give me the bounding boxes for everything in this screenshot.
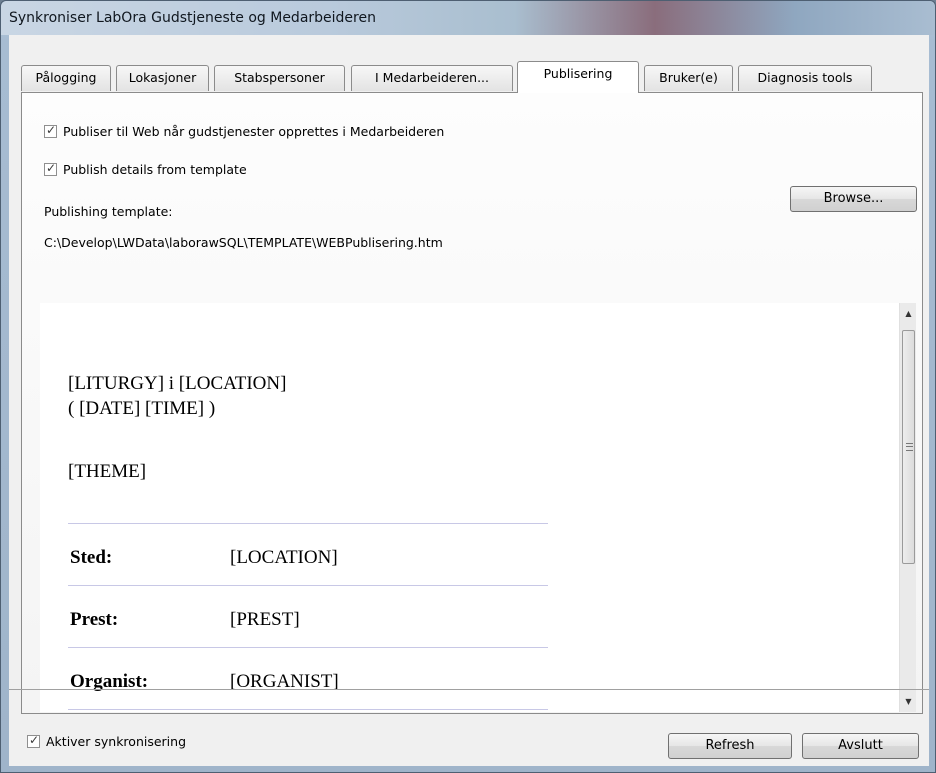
- tab-publisering[interactable]: Publisering: [517, 61, 639, 93]
- preview-heading-liturgy: [LITURGY] i [LOCATION]: [68, 373, 287, 394]
- checkbox-checked-icon[interactable]: [44, 161, 57, 176]
- publish-details-label: Publish details from template: [63, 162, 247, 177]
- publish-web-checkbox[interactable]: Publiser til Web når gudstjenester oppre…: [44, 123, 445, 139]
- tab-lokasjoner[interactable]: Lokasjoner: [116, 65, 209, 91]
- tab-stabspersoner[interactable]: Stabspersoner: [214, 65, 345, 91]
- table-row: Prest: [PREST]: [68, 585, 548, 647]
- scroll-up-arrow-icon[interactable]: ▲: [900, 305, 916, 322]
- browse-button[interactable]: Browse...: [790, 186, 917, 212]
- publisering-tab-page: Publiser til Web når gudstjenester oppre…: [21, 92, 923, 714]
- tab-i-medarbeideren[interactable]: I Medarbeideren...: [351, 65, 513, 91]
- row-value: [LOCATION]: [230, 547, 338, 568]
- window-title: Synkroniser LabOra Gudstjeneste og Medar…: [9, 10, 376, 26]
- sync-window: Synkroniser LabOra Gudstjeneste og Medar…: [0, 0, 936, 773]
- template-path: C:\Develop\LWData\laborawSQL\TEMPLATE\WE…: [44, 235, 443, 250]
- preview-details-table: Sted: [LOCATION] Prest: [PREST] Organist…: [68, 523, 548, 712]
- table-row-divider: [68, 709, 548, 712]
- close-button[interactable]: Avslutt: [802, 733, 919, 759]
- template-label: Publishing template:: [44, 204, 173, 219]
- table-row: Sted: [LOCATION]: [68, 523, 548, 585]
- activate-sync-checkbox[interactable]: Aktiver synkronisering: [27, 733, 187, 749]
- tab-palogging[interactable]: Pålogging: [21, 65, 111, 91]
- activate-sync-label: Aktiver synkronisering: [46, 734, 187, 749]
- title-bar[interactable]: Synkroniser LabOra Gudstjeneste og Medar…: [1, 1, 935, 35]
- table-row: Organist: [ORGANIST]: [68, 647, 548, 709]
- publish-details-checkbox[interactable]: Publish details from template: [44, 161, 247, 177]
- checkbox-checked-icon[interactable]: [44, 123, 57, 138]
- footer-separator: [9, 689, 929, 690]
- scrollbar-thumb[interactable]: [902, 330, 915, 564]
- preview-heading-datetime: ( [DATE] [TIME] ): [68, 398, 216, 419]
- checkbox-checked-icon[interactable]: [27, 733, 40, 748]
- preview-vertical-scrollbar[interactable]: ▲ ▼: [899, 303, 916, 712]
- refresh-button[interactable]: Refresh: [668, 733, 792, 759]
- tab-brukere[interactable]: Bruker(e): [644, 65, 733, 91]
- row-label: Prest:: [70, 609, 119, 630]
- scroll-down-arrow-icon[interactable]: ▼: [900, 693, 916, 710]
- grip-icon: [906, 443, 913, 451]
- publish-web-label: Publiser til Web når gudstjenester oppre…: [63, 124, 445, 139]
- row-label: Sted:: [70, 547, 113, 568]
- window-client-area: Pålogging Lokasjoner Stabspersoner I Med…: [9, 35, 929, 766]
- tab-diagnosis-tools[interactable]: Diagnosis tools: [738, 65, 872, 91]
- tab-strip: Pålogging Lokasjoner Stabspersoner I Med…: [21, 61, 921, 93]
- row-value: [PREST]: [230, 609, 300, 630]
- template-preview[interactable]: [LITURGY] i [LOCATION] ( [DATE] [TIME] )…: [40, 303, 916, 712]
- preview-theme: [THEME]: [68, 461, 147, 482]
